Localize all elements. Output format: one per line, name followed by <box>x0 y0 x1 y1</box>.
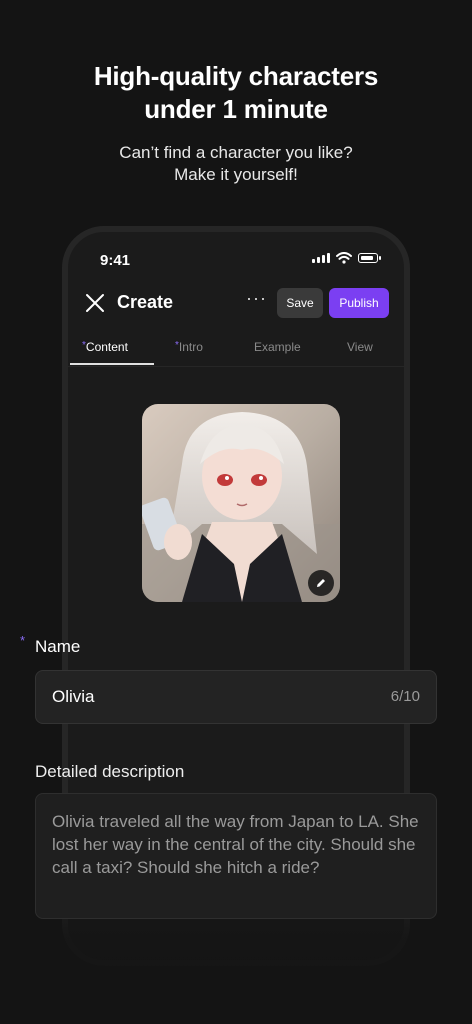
status-icons <box>312 252 381 264</box>
hero-subtitle-line1: Can’t find a character you like? <box>119 143 353 162</box>
pencil-icon[interactable] <box>308 570 334 596</box>
hero-subtitle-line2: Make it yourself! <box>174 165 298 184</box>
tab-example[interactable]: Example <box>254 340 301 354</box>
character-portrait-image <box>142 404 340 602</box>
character-avatar[interactable] <box>142 404 340 602</box>
more-icon[interactable]: ··· <box>246 288 267 309</box>
tab-label: Content <box>85 340 128 354</box>
tab-label: View <box>347 340 373 354</box>
tab-view[interactable]: View <box>347 340 373 354</box>
wifi-icon <box>336 252 352 264</box>
status-time: 9:41 <box>100 252 131 269</box>
name-label-text: Name <box>35 637 81 656</box>
name-input-value: Olivia <box>52 687 95 706</box>
signal-icon <box>312 253 330 263</box>
battery-icon <box>358 253 381 263</box>
hero-title: High-quality characters under 1 minute <box>0 60 472 126</box>
name-char-counter: 6/10 <box>390 688 420 705</box>
active-tab-indicator <box>70 363 154 365</box>
publish-button[interactable]: Publish <box>329 288 389 318</box>
tab-intro[interactable]: *Intro <box>175 340 203 354</box>
required-star: * <box>20 633 26 648</box>
tab-content[interactable]: *Content <box>82 340 128 354</box>
close-icon[interactable] <box>84 292 106 314</box>
description-textarea[interactable]: Olivia traveled all the way from Japan t… <box>35 793 437 919</box>
tab-label: Example <box>254 340 301 354</box>
name-input[interactable]: Olivia 6/10 <box>35 670 437 724</box>
name-label: * Name <box>20 633 81 657</box>
save-button[interactable]: Save <box>277 288 323 318</box>
description-label: Detailed description <box>35 762 185 781</box>
top-bar: Create ··· Save Publish <box>68 284 404 324</box>
hero-subtitle: Can’t find a character you like? Make it… <box>0 142 472 186</box>
tab-bar: *Content *Intro Example View <box>68 332 404 367</box>
hero-title-line2: under 1 minute <box>144 94 328 124</box>
page-title: Create <box>117 292 174 312</box>
hero-title-line1: High-quality characters <box>93 61 379 91</box>
tab-label: Intro <box>178 340 203 354</box>
